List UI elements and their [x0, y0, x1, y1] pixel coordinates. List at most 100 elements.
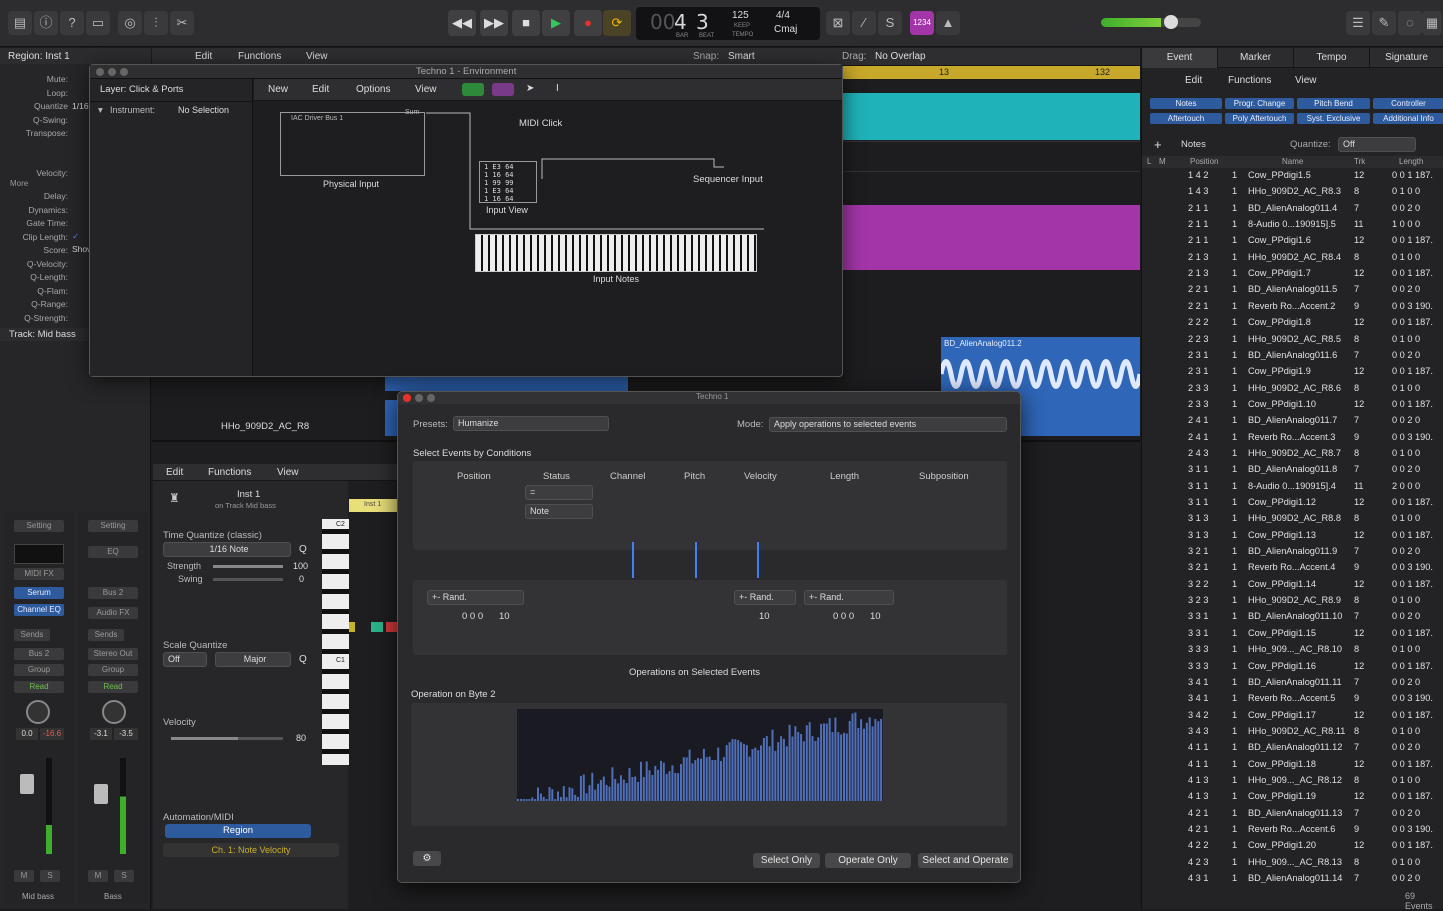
- instrument-slot[interactable]: Serum: [14, 587, 64, 599]
- time-quantize-select[interactable]: 1/16 Note: [163, 542, 291, 557]
- filter-aftertouch[interactable]: Aftertouch: [1150, 113, 1222, 124]
- event-row[interactable]: 3 3 1 1 Cow_PPdigi1.15 12 0 0 1 187.: [1142, 626, 1443, 642]
- select-and-operate-button[interactable]: Select and Operate: [918, 853, 1013, 868]
- output-slot[interactable]: Bus 2: [14, 648, 64, 660]
- stereo-out-slot[interactable]: Stereo Out: [88, 648, 138, 660]
- lcd-display[interactable]: 00 4 3 BAR BEAT 125 KEEP TEMPO 4/4 Cmaj: [636, 7, 820, 40]
- piano-roll-region-tag[interactable]: Inst 1: [349, 499, 397, 512]
- col-length[interactable]: Length: [1399, 157, 1423, 166]
- length-value-ticks[interactable]: 10: [870, 611, 881, 622]
- filter-notes[interactable]: Notes: [1150, 98, 1222, 109]
- solo-button[interactable]: S: [40, 870, 60, 882]
- filter-poly-aftertouch[interactable]: Poly Aftertouch: [1225, 113, 1294, 124]
- drag-select[interactable]: No Overlap: [875, 51, 926, 62]
- tuner-icon[interactable]: ⁄: [852, 11, 876, 35]
- event-row[interactable]: 3 4 2 1 Cow_PPdigi1.17 12 0 0 1 187.: [1142, 708, 1443, 724]
- event-row[interactable]: 3 4 1 1 BD_AlienAnalog011.11 7 0 0 2 0: [1142, 675, 1443, 691]
- setting-button[interactable]: Setting: [14, 520, 64, 532]
- volume-fader[interactable]: [20, 774, 34, 794]
- event-row[interactable]: 1 4 3 1 HHo_909D2_AC_R8.3 8 0 1 0 0: [1142, 184, 1443, 200]
- library-icon[interactable]: ▤: [8, 11, 32, 35]
- event-row[interactable]: 4 2 3 1 HHo_909..._AC_R8.13 8 0 1 0 0: [1142, 855, 1443, 871]
- notes-label[interactable]: Notes: [1181, 139, 1206, 150]
- menu-functions[interactable]: Functions: [1228, 75, 1271, 86]
- swing-slider[interactable]: [213, 578, 283, 581]
- output-slot[interactable]: Bus 2: [88, 587, 138, 599]
- zoom-button[interactable]: [427, 394, 435, 402]
- position-value-ticks[interactable]: 10: [499, 611, 510, 622]
- select-only-button[interactable]: Select Only: [753, 853, 820, 868]
- menu-view[interactable]: View: [277, 467, 299, 478]
- browser-icon[interactable]: ▦: [1422, 11, 1442, 35]
- event-row[interactable]: 2 2 1 1 BD_AlienAnalog011.5 7 0 0 2 0: [1142, 282, 1443, 298]
- byte-map-graph[interactable]: [517, 709, 883, 801]
- position-operation[interactable]: +- Rand.: [427, 590, 524, 605]
- col-position[interactable]: Position: [1190, 157, 1218, 166]
- automation-mode[interactable]: Read: [88, 681, 138, 693]
- midi-fx-slot[interactable]: MIDI FX: [14, 568, 64, 580]
- velocity-slider[interactable]: [171, 737, 283, 740]
- event-row[interactable]: 1 4 2 1 Cow_PPdigi1.5 12 0 0 1 187.: [1142, 168, 1443, 184]
- event-row[interactable]: 3 1 1 1 8-Audio 0...190915].4 11 2 0 0 0: [1142, 479, 1443, 495]
- loop-browser-icon[interactable]: ◌: [1398, 11, 1422, 35]
- event-row[interactable]: 4 1 1 1 Cow_PPdigi1.18 12 0 0 1 187.: [1142, 757, 1443, 773]
- group-slot[interactable]: Group: [14, 664, 64, 676]
- track-header[interactable]: Track: Mid bass: [9, 329, 76, 340]
- zoom-button[interactable]: [120, 68, 128, 76]
- play-button[interactable]: ▶: [542, 10, 570, 36]
- pan-knob[interactable]: [26, 700, 50, 724]
- menu-edit[interactable]: Edit: [166, 467, 183, 478]
- more-disclosure[interactable]: More: [10, 179, 28, 188]
- velocity-value[interactable]: 10: [759, 611, 770, 622]
- layer-select[interactable]: Layer: Click & Ports: [100, 84, 183, 95]
- cycle-button[interactable]: ⟳: [603, 10, 631, 36]
- channel-eq-slot[interactable]: Channel EQ: [14, 604, 64, 616]
- record-button[interactable]: ●: [574, 10, 602, 36]
- solo-button[interactable]: S: [114, 870, 134, 882]
- sends-label[interactable]: Sends: [88, 629, 124, 641]
- region-button[interactable]: Region: [165, 824, 311, 838]
- snap-select[interactable]: Smart: [728, 51, 755, 62]
- event-row[interactable]: 2 1 1 1 8-Audio 0...190915].5 11 1 0 0 0: [1142, 217, 1443, 233]
- filter-syst-exclusive[interactable]: Syst. Exclusive: [1297, 113, 1370, 124]
- piano-keyboard[interactable]: C2 C1: [322, 519, 349, 765]
- automation-param-select[interactable]: Ch. 1: Note Velocity: [163, 843, 339, 857]
- tab-tempo[interactable]: Tempo: [1294, 48, 1370, 68]
- event-row[interactable]: 2 1 1 1 BD_AlienAnalog011.4 7 0 0 2 0: [1142, 201, 1443, 217]
- event-row[interactable]: 2 1 3 1 HHo_909D2_AC_R8.4 8 0 1 0 0: [1142, 250, 1443, 266]
- event-row[interactable]: 3 3 3 1 HHo_909..._AC_R8.10 8 0 1 0 0: [1142, 642, 1443, 658]
- event-row[interactable]: 2 4 3 1 HHo_909D2_AC_R8.7 8 0 1 0 0: [1142, 446, 1443, 462]
- position-value[interactable]: 0 0 0: [462, 611, 483, 622]
- menu-functions[interactable]: Functions: [208, 467, 251, 478]
- replace-icon[interactable]: ⊠: [826, 11, 850, 35]
- close-button[interactable]: [403, 394, 411, 402]
- event-row[interactable]: 2 4 1 1 BD_AlienAnalog011.7 7 0 0 2 0: [1142, 413, 1443, 429]
- rewind-button[interactable]: ◀◀: [448, 10, 476, 36]
- editors-icon[interactable]: ✂: [170, 11, 194, 35]
- quick-help-icon[interactable]: ?: [60, 11, 84, 35]
- mode-select[interactable]: Apply operations to selected events: [769, 417, 1007, 432]
- master-volume-slider[interactable]: [1101, 18, 1201, 27]
- col-trk[interactable]: Trk: [1354, 157, 1365, 166]
- event-row[interactable]: 3 1 3 1 HHo_909D2_AC_R8.8 8 0 1 0 0: [1142, 511, 1443, 527]
- volume-fader[interactable]: [94, 784, 108, 804]
- event-row[interactable]: 4 1 3 1 Cow_PPdigi1.19 12 0 0 1 187.: [1142, 789, 1443, 805]
- mixer-icon[interactable]: ⫶: [144, 11, 168, 35]
- event-row[interactable]: 4 1 1 1 BD_AlienAnalog011.12 7 0 0 2 0: [1142, 740, 1443, 756]
- metronome-icon[interactable]: ▲: [936, 11, 960, 35]
- list-editors-icon[interactable]: ☰: [1346, 11, 1370, 35]
- smart-controls-icon[interactable]: ◎: [118, 11, 142, 35]
- minimize-button[interactable]: [415, 394, 423, 402]
- midi-through-icon[interactable]: [462, 83, 484, 96]
- note[interactable]: [349, 622, 355, 632]
- forward-button[interactable]: ▶▶: [480, 10, 508, 36]
- filter-additional-info[interactable]: Additional Info: [1373, 113, 1443, 124]
- event-row[interactable]: 3 3 1 1 BD_AlienAnalog011.10 7 0 0 2 0: [1142, 609, 1443, 625]
- event-row[interactable]: 2 4 1 1 Reverb Ro...Accent.3 9 0 0 3 190.: [1142, 430, 1443, 446]
- count-in-button[interactable]: 1234: [910, 11, 934, 35]
- quantize-select[interactable]: Off: [1338, 137, 1416, 152]
- event-row[interactable]: 2 2 3 1 HHo_909D2_AC_R8.5 8 0 1 0 0: [1142, 332, 1443, 348]
- region-magenta[interactable]: [843, 205, 1140, 270]
- region-header[interactable]: Region: Inst 1: [8, 51, 70, 62]
- filter-pitch-bend[interactable]: Pitch Bend: [1297, 98, 1370, 109]
